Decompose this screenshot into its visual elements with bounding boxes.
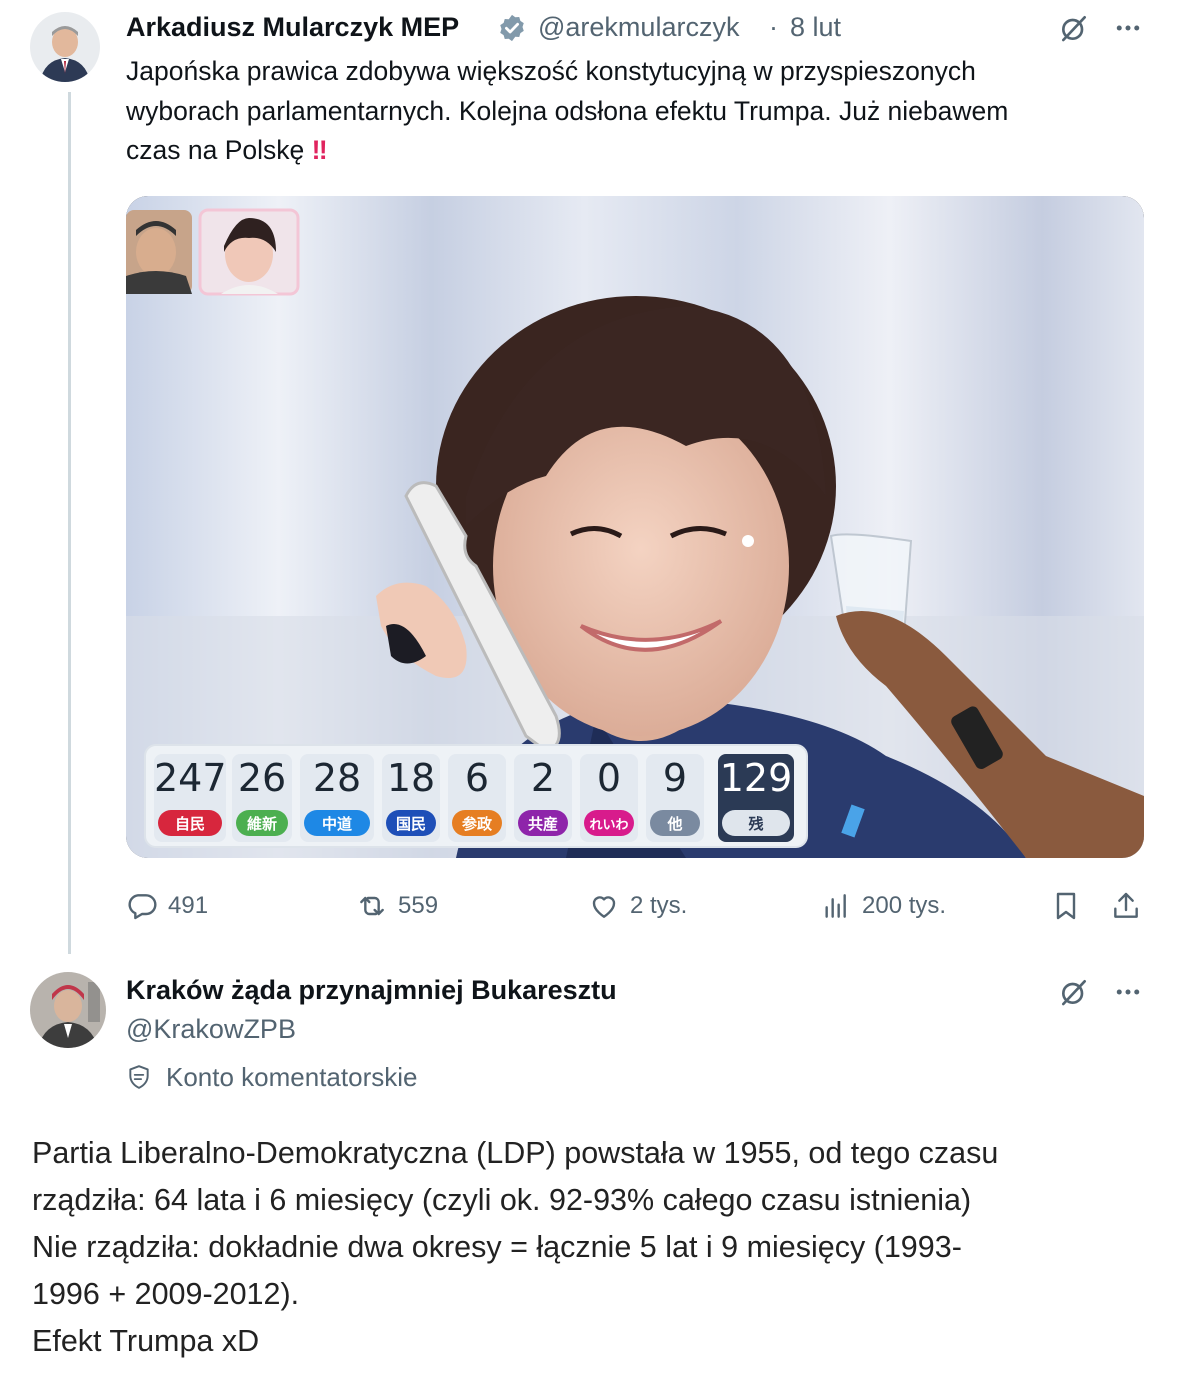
seat-count: 0	[596, 756, 622, 800]
repost-count: 559	[398, 892, 439, 919]
score-cell-remaining: 129 残	[718, 754, 794, 842]
repost-button[interactable]: 559	[356, 888, 438, 924]
score-cell: 26 維新	[232, 754, 292, 842]
party-tag: 維新	[236, 810, 288, 836]
reply-text-line: Partia Liberalno-Demokratyczna (LDP) pow…	[32, 1136, 999, 1170]
seat-count: 129	[719, 756, 793, 800]
reply-author-avatar[interactable]	[30, 972, 106, 1048]
post-text-line: wyborach parlamentarnych. Kolejna odsłon…	[126, 95, 1009, 126]
author-avatar-image	[30, 12, 100, 82]
grok-icon[interactable]	[1056, 974, 1092, 1010]
reply-text-line: 1996 + 2009-2012).	[32, 1277, 300, 1311]
score-cell: 6 参政	[448, 754, 506, 842]
reply-button[interactable]: 491	[126, 888, 208, 924]
views-button[interactable]: 200 tys.	[820, 888, 946, 924]
party-tag: 中道	[304, 810, 370, 836]
score-cell: 2 共産	[514, 754, 572, 842]
share-icon[interactable]	[1108, 888, 1144, 924]
thread-connector-line	[68, 92, 71, 954]
seat-count: 2	[530, 756, 556, 800]
seat-count: 28	[312, 756, 362, 800]
party-tag: 自民	[158, 810, 222, 836]
repost-icon	[360, 896, 384, 916]
heart-icon	[592, 896, 616, 918]
election-scoreboard: 247 自民 26 維新 28 中道 18 国民 6 参政 2 共産 0 れいわ…	[144, 744, 808, 848]
post-text-line-span: czas na Polskę	[126, 135, 305, 165]
meta-separator: ·	[769, 12, 778, 42]
seat-count: 26	[237, 756, 287, 800]
party-tag: 参政	[452, 810, 502, 836]
score-cell: 0 れいわ	[580, 754, 638, 842]
views-count: 200 tys.	[862, 892, 947, 919]
party-tag: 共産	[518, 810, 568, 836]
like-button[interactable]: 2 tys.	[588, 888, 687, 924]
party-tag: 他	[650, 810, 700, 836]
reply-count: 491	[168, 892, 209, 919]
seat-count: 18	[386, 756, 436, 800]
post-text-line: Japońska prawica zdobywa większość konst…	[126, 56, 976, 86]
reply-text-line: Efekt Trumpa xD	[32, 1324, 260, 1358]
account-label-shield-icon	[126, 1064, 152, 1090]
score-cell: 247 自民	[154, 754, 227, 842]
party-tag: れいわ	[584, 810, 634, 836]
party-tag: 残	[722, 810, 790, 836]
reply-text-line: rządziła: 64 lata i 6 miesięcy (czyli ok…	[32, 1183, 972, 1217]
post-media-image[interactable]: 247 自民 26 維新 28 中道 18 国民 6 参政 2 共産 0 れいわ…	[126, 196, 1144, 858]
post-date[interactable]: 8 lut	[790, 12, 841, 43]
post-text: Japońska prawica zdobywa większość konst…	[126, 52, 1146, 171]
reply-text-line: Nie rządziła: dokładnie dwa okresy = łąc…	[32, 1230, 962, 1264]
bookmark-icon[interactable]	[1048, 888, 1084, 924]
like-count: 2 tys.	[630, 892, 688, 919]
seat-count: 6	[464, 756, 490, 800]
seat-count: 9	[662, 756, 688, 800]
more-dots-icon[interactable]	[1110, 10, 1146, 46]
score-cell: 9 他	[646, 754, 704, 842]
grok-icon[interactable]	[1056, 10, 1092, 46]
party-tag: 国民	[386, 810, 436, 836]
views-icon	[825, 894, 846, 918]
author-avatar[interactable]	[30, 12, 100, 82]
reply-author-handle[interactable]: @KrakowZPB	[126, 1014, 296, 1045]
verified-badge-icon	[497, 13, 527, 43]
reply-avatar-image	[30, 972, 106, 1048]
account-label[interactable]: Konto komentatorskie	[166, 1062, 417, 1093]
author-handle[interactable]: @arekmularczyk	[538, 12, 739, 43]
more-dots-icon[interactable]	[1110, 974, 1146, 1010]
reply-text: Partia Liberalno-Demokratyczna (LDP) pow…	[32, 1130, 1142, 1365]
seat-count: 247	[154, 756, 227, 800]
post-text-line: czas na Polskę ‼	[126, 131, 1146, 171]
author-name[interactable]: Arkadiusz Mularczyk MEP	[126, 12, 459, 43]
double-exclamation-emoji: ‼	[311, 135, 328, 165]
score-cell: 28 中道	[300, 754, 374, 842]
reply-icon	[128, 894, 157, 920]
score-cell: 18 国民	[382, 754, 440, 842]
reply-author-name[interactable]: Kraków żąda przynajmniej Bukaresztu	[126, 975, 617, 1006]
